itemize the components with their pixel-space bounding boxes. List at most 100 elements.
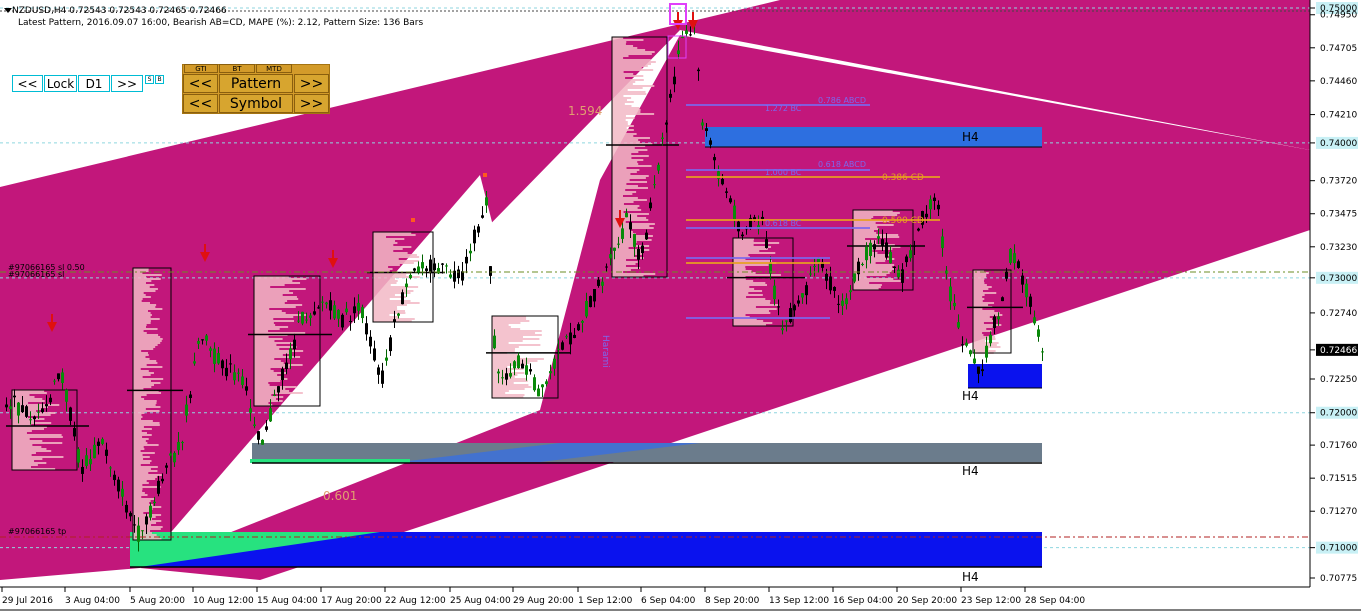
tab-mtd[interactable]: MTD	[256, 64, 292, 73]
volume-bar	[733, 306, 756, 308]
volume-bar	[254, 294, 283, 296]
small-b-button[interactable]: B	[155, 75, 164, 84]
lock-button[interactable]: Lock	[44, 75, 77, 92]
candle-body	[1013, 253, 1016, 264]
volume-bar	[492, 324, 509, 326]
volume-bar	[133, 502, 150, 504]
zone-h4-label-4: H4	[962, 570, 979, 584]
tab-bt[interactable]: BT	[219, 64, 255, 73]
volume-bar	[133, 476, 157, 478]
candle-body	[509, 373, 512, 377]
volume-bar	[373, 302, 420, 304]
candle-body	[217, 353, 220, 364]
candle-body	[265, 426, 268, 430]
volume-bar	[133, 436, 143, 438]
volume-bar	[133, 322, 151, 324]
volume-bar	[973, 298, 985, 300]
time-label: 28 Sep 04:00	[1025, 596, 1085, 606]
candle-body	[25, 406, 28, 417]
volume-bar	[612, 255, 635, 257]
volume-bar	[492, 322, 521, 324]
volume-bar	[853, 238, 866, 240]
volume-bar	[133, 416, 143, 418]
candle-body	[225, 367, 228, 377]
symbol-prev-button[interactable]: <<	[183, 94, 218, 113]
symbol-select-button[interactable]: Symbol	[219, 94, 293, 113]
candle-body	[289, 348, 292, 360]
pattern-prev-button[interactable]: <<	[183, 74, 218, 93]
candle-body	[601, 281, 604, 286]
candle-body	[1033, 317, 1036, 324]
candle-body	[845, 298, 848, 305]
volume-bar	[612, 137, 650, 139]
next-button[interactable]: >>	[111, 75, 143, 92]
time-axis[interactable]: 29 Jul 2016 3 Aug 04:00 5 Aug 20:00 10 Aug …	[1, 587, 1085, 606]
candle-body	[961, 344, 964, 346]
volume-bar	[612, 45, 634, 47]
volume-bar	[973, 278, 985, 280]
price-label: 0.73000	[1320, 274, 1357, 284]
volume-bar	[612, 187, 648, 189]
volume-bar	[133, 372, 154, 374]
candle-body	[881, 239, 884, 247]
volume-bar	[133, 376, 143, 378]
volume-bar	[133, 418, 142, 420]
volume-bar	[254, 338, 283, 340]
volume-bar	[133, 278, 161, 280]
candle-body	[809, 273, 812, 275]
candle-body	[621, 228, 624, 239]
volume-bar	[133, 334, 159, 336]
pattern-info: Latest Pattern, 2016.09.07 16:00, Bearis…	[18, 18, 424, 28]
volume-bar	[133, 296, 151, 298]
volume-bar	[612, 49, 646, 51]
candle-body	[213, 348, 216, 364]
prev-button[interactable]: <<	[12, 75, 43, 92]
candle-body	[613, 247, 616, 251]
candle-body	[481, 215, 484, 218]
volume-bar	[612, 263, 636, 265]
candle-body	[833, 286, 836, 291]
small-s-button[interactable]: S	[145, 75, 154, 84]
candle-body	[201, 339, 204, 341]
pattern-next-button[interactable]: >>	[294, 74, 329, 93]
volume-bar	[612, 115, 626, 117]
volume-bar	[612, 65, 648, 67]
volume-bar	[492, 388, 525, 390]
volume-bar	[612, 167, 627, 169]
volume-bar	[373, 234, 416, 236]
volume-bar	[973, 322, 984, 324]
candle-body	[173, 452, 176, 463]
volume-bar	[133, 298, 143, 300]
candle-body	[89, 458, 92, 465]
candle-body	[677, 50, 680, 55]
volume-bar	[612, 153, 632, 155]
volume-bar	[254, 326, 289, 328]
candle-body	[1009, 248, 1012, 263]
volume-bar	[133, 326, 146, 328]
tab-gti[interactable]: GTI	[184, 64, 218, 73]
volume-bar	[12, 442, 63, 444]
volume-bar	[133, 462, 151, 464]
candle-body	[273, 394, 276, 396]
candle-body	[841, 300, 844, 306]
pattern-select-button[interactable]: Pattern	[219, 74, 293, 93]
volume-bar	[612, 47, 638, 49]
timeframe-button[interactable]: D1	[78, 75, 110, 92]
volume-bar	[492, 380, 528, 382]
volume-bar	[853, 256, 886, 258]
volume-bar	[612, 107, 640, 109]
candle-body	[525, 365, 528, 375]
volume-bar	[973, 314, 1003, 316]
candle-body	[669, 93, 672, 98]
volume-bar	[973, 326, 993, 328]
volume-bar	[12, 440, 43, 442]
symbol-next-button[interactable]: >>	[294, 94, 329, 113]
volume-bar	[133, 316, 151, 318]
volume-bar	[133, 414, 142, 416]
collapse-triangle-icon[interactable]	[4, 8, 12, 13]
volume-bar	[973, 344, 997, 346]
price-label: 0.71515	[1320, 474, 1357, 484]
candle-body	[517, 355, 520, 369]
price-axis[interactable]: 0.750000.749500.747050.744600.742100.740…	[1310, 2, 1358, 584]
volume-bar	[973, 324, 1002, 326]
